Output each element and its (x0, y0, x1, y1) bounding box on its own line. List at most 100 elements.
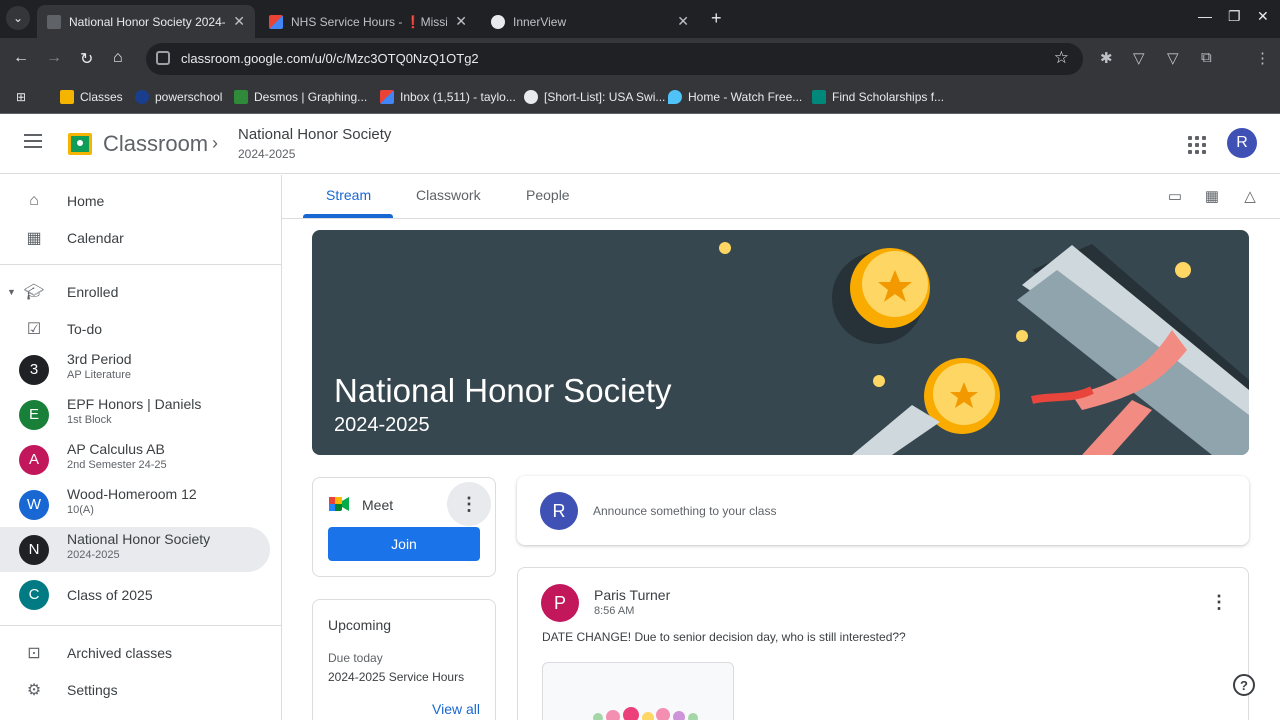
site-info-icon[interactable] (156, 51, 170, 65)
class-tabs: Stream Classwork People (282, 175, 1280, 219)
app-title[interactable]: Classroom (103, 131, 208, 157)
calendar-icon[interactable]: ▦ (1202, 186, 1222, 206)
bookmark-watch-free[interactable]: Home - Watch Free... (668, 86, 802, 108)
stream-post: P Paris Turner 8:56 AM ⋮ DATE CHANGE! Du… (517, 567, 1249, 720)
tab-people[interactable]: People (526, 187, 570, 203)
help-icon[interactable]: ? (1233, 674, 1255, 696)
class-initial-avatar: A (19, 444, 49, 475)
join-meet-button[interactable]: Join (328, 527, 480, 561)
account-avatar[interactable]: R (1227, 128, 1257, 158)
meet-card: Meet ⋮ Join (312, 477, 496, 577)
google-meet-icon (329, 497, 349, 511)
google-apps-icon[interactable] (1188, 136, 1206, 154)
sidebar-item-calendar[interactable]: ▦ Calendar (0, 215, 270, 260)
sidebar-item-todo[interactable]: ☑ To-do (0, 306, 270, 351)
minimize-icon[interactable]: — (1198, 8, 1212, 24)
browser-toolbar: ← → ↻ ⌂ classroom.google.com/u/0/c/Mzc3O… (0, 38, 1280, 80)
shield-extension-icon[interactable]: ▽ (1133, 49, 1145, 67)
tab-classwork[interactable]: Classwork (416, 187, 481, 203)
browser-tab-innerview[interactable]: InnerView ✕ (481, 5, 699, 38)
gmail-icon (380, 90, 394, 104)
close-window-icon[interactable]: ✕ (1257, 8, 1269, 25)
browser-menu-icon[interactable]: ⋮ (1255, 49, 1270, 67)
new-tab-icon[interactable]: + (711, 8, 722, 29)
class-initial-avatar: 3 (19, 354, 49, 385)
todo-list-icon: ☑ (26, 320, 42, 338)
main-menu-icon[interactable] (24, 134, 42, 148)
back-icon[interactable]: ← (13, 49, 29, 67)
video-camera-icon[interactable]: ▭ (1165, 186, 1185, 206)
shield-outline-icon[interactable]: ▽ (1167, 49, 1179, 67)
tab-search-button[interactable]: ⌄ (6, 6, 30, 30)
bookmark-inbox[interactable]: Inbox (1,511) - taylo... (380, 86, 516, 108)
desmos-icon (234, 90, 248, 104)
upcoming-card: Upcoming Due today 2024-2025 Service Hou… (312, 599, 496, 720)
swim-icon (524, 90, 538, 104)
close-tab-icon[interactable]: ✕ (455, 13, 467, 30)
bookmark-desmos[interactable]: Desmos | Graphing... (234, 86, 367, 108)
class-initial-avatar: W (19, 489, 49, 520)
graduation-illustration (719, 242, 1249, 455)
bookmark-classes[interactable]: Classes (60, 86, 123, 108)
powerschool-icon (135, 90, 149, 104)
more-options-icon[interactable]: ⋮ (447, 482, 491, 526)
sidebar-class-ap-calculus[interactable]: A AP Calculus AB 2nd Semester 24-25 (0, 437, 270, 482)
extension-icon[interactable]: ✱ (1100, 49, 1113, 67)
gear-icon: ⚙ (26, 681, 42, 699)
classroom-bookmark-icon (60, 90, 74, 104)
class-initial-avatar: N (19, 534, 49, 565)
sidebar-class-epf-honors[interactable]: E EPF Honors | Daniels 1st Block (0, 392, 270, 437)
chevron-right-icon: › (212, 133, 218, 153)
sidebar-class-wood-homeroom[interactable]: W Wood-Homeroom 12 10(A) (0, 482, 270, 527)
calendar-icon: ▦ (26, 229, 42, 247)
puzzle-icon[interactable]: ⧉ (1201, 49, 1212, 66)
gmail-favicon-icon (269, 14, 283, 29)
upcoming-title: Upcoming (328, 617, 392, 633)
flower-image (593, 707, 698, 720)
meet-label: Meet (362, 497, 394, 513)
class-initial-avatar: C (19, 579, 49, 610)
apps-grid-icon[interactable]: ⊞ (16, 86, 26, 108)
upcoming-assignment-link[interactable]: 2024-2025 Service Hours (328, 670, 464, 684)
banner-title: National Honor Society (334, 372, 672, 409)
class-initial-avatar: E (19, 399, 49, 430)
sidebar-divider (0, 625, 281, 626)
sidebar: ⌂ Home ▦ Calendar ▼ 🎓︎ Enrolled ☑ To-do … (0, 175, 282, 720)
bookmark-star-icon[interactable]: ☆ (1054, 48, 1069, 68)
tab-stream[interactable]: Stream (326, 187, 371, 203)
browser-tab-classroom[interactable]: National Honor Society 2024-2 ✕ (37, 5, 255, 38)
sidebar-item-settings[interactable]: ⚙ Settings (0, 667, 270, 712)
sidebar-class-nhs[interactable]: N National Honor Society 2024-2025 (0, 527, 270, 572)
view-all-link[interactable]: View all (432, 701, 480, 717)
class-title: National Honor Society (238, 126, 392, 143)
scholarships-icon (812, 90, 826, 104)
drive-icon[interactable]: △ (1240, 186, 1260, 206)
close-tab-icon[interactable]: ✕ (233, 13, 245, 30)
bookmark-scholarships[interactable]: Find Scholarships f... (812, 86, 944, 108)
bookmarks-bar: ⊞ Classes powerschool Desmos | Graphing.… (0, 80, 1280, 114)
bookmark-usa-swimming[interactable]: [Short-List]: USA Swi... (524, 86, 665, 108)
sidebar-class-3rd-period[interactable]: 3 3rd Period AP Literature (0, 347, 270, 392)
class-banner: National Honor Society 2024-2025 (312, 230, 1249, 455)
caret-down-icon[interactable]: ▼ (7, 287, 16, 297)
sidebar-class-class-of-2025[interactable]: C Class of 2025 (0, 572, 270, 617)
announce-placeholder[interactable]: Announce something to your class (593, 504, 776, 518)
classroom-header: Classroom › National Honor Society 2024-… (0, 114, 1280, 174)
address-bar[interactable]: classroom.google.com/u/0/c/Mzc3OTQ0NzQ1O… (146, 43, 1083, 75)
reload-icon[interactable]: ↻ (80, 49, 93, 69)
browser-tab-nhs-hours[interactable]: NHS Service Hours - ❗Missing ✕ (259, 5, 477, 38)
more-options-icon[interactable]: ⋮ (1210, 592, 1228, 613)
active-tab-indicator (303, 214, 393, 218)
forward-icon[interactable]: → (46, 49, 62, 67)
announce-box[interactable]: R Announce something to your class (517, 476, 1249, 545)
author-avatar: P (541, 584, 579, 622)
home-icon: ⌂ (29, 191, 39, 209)
classroom-logo-icon[interactable] (68, 133, 92, 155)
restore-icon[interactable]: ❐ (1228, 8, 1241, 25)
home-icon[interactable]: ⌂ (113, 49, 123, 67)
bookmark-powerschool[interactable]: powerschool (135, 86, 222, 108)
classroom-favicon-icon (47, 14, 61, 29)
post-attachment-thumbnail[interactable] (542, 662, 734, 720)
close-tab-icon[interactable]: ✕ (677, 13, 689, 30)
post-timestamp: 8:56 AM (594, 605, 635, 617)
